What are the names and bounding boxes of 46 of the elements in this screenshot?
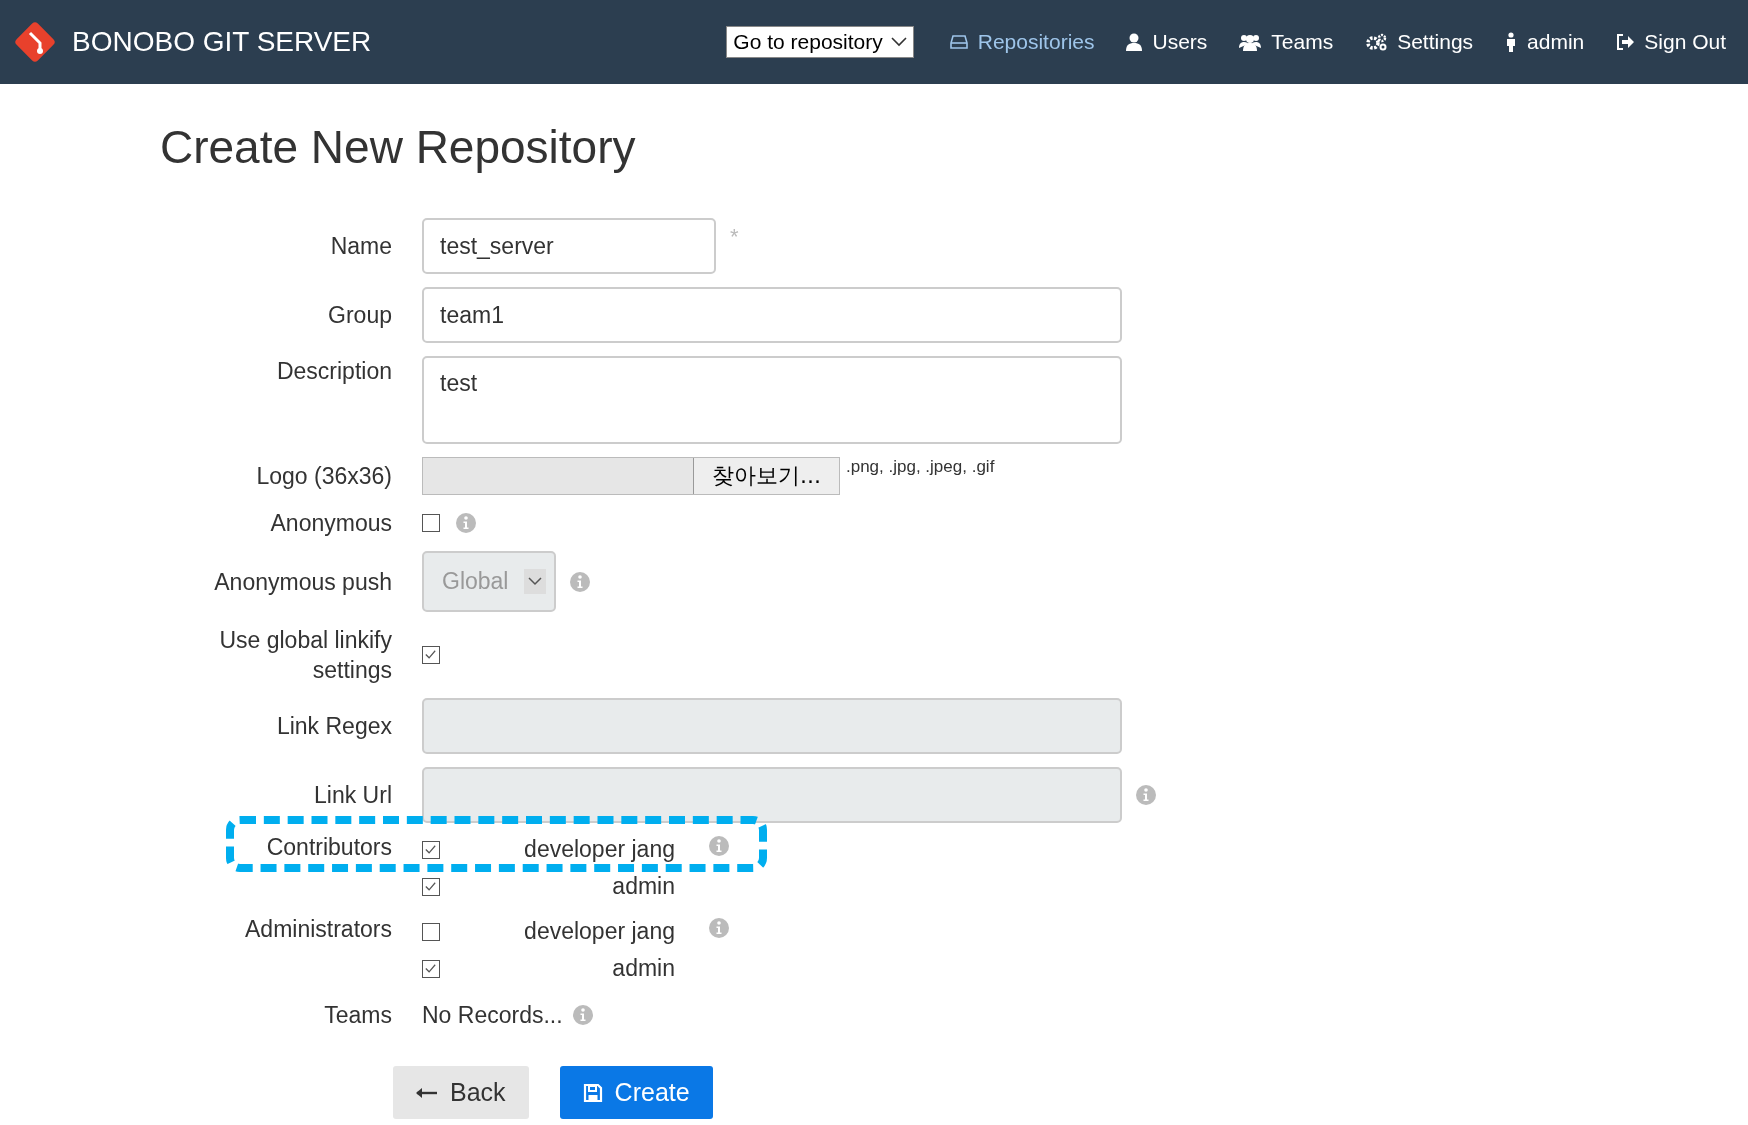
text-field[interactable]: test_server xyxy=(422,218,716,274)
field-label: Link Url xyxy=(314,781,392,810)
left-arrow-icon xyxy=(416,1086,438,1099)
checkbox[interactable] xyxy=(422,514,440,532)
user-name: admin xyxy=(611,955,675,982)
nav-link[interactable]: Users xyxy=(1126,30,1208,54)
checkbox[interactable] xyxy=(422,959,440,978)
checkbox[interactable] xyxy=(422,840,440,859)
text-field[interactable]: team1 xyxy=(422,287,1122,343)
empty-note: No Records... xyxy=(422,1001,563,1029)
field-label: Logo (36x36) xyxy=(256,462,392,491)
user-name: admin xyxy=(611,873,675,900)
file-field[interactable]: 찾아보기... xyxy=(422,457,840,495)
field-label: Group xyxy=(328,301,392,330)
nav-link[interactable]: Teams xyxy=(1239,30,1334,54)
info-icon[interactable] xyxy=(456,513,476,533)
create-button[interactable]: Create xyxy=(559,1066,713,1119)
back-button[interactable]: Back xyxy=(393,1066,529,1119)
user-name: developer jang xyxy=(523,918,675,945)
info-icon[interactable] xyxy=(572,1005,593,1025)
field-label: Anonymous xyxy=(270,509,392,538)
field-label: Administrators xyxy=(245,915,392,944)
nav-link[interactable]: Sign Out xyxy=(1616,30,1726,54)
checkbox[interactable] xyxy=(422,646,440,664)
user-name: developer jang xyxy=(523,836,675,863)
file-type-hint: .png, .jpg, .jpeg, .gif xyxy=(846,457,995,477)
checkbox[interactable] xyxy=(422,922,440,941)
field-label: Teams xyxy=(324,1001,392,1030)
page-title: Create New Repository xyxy=(160,120,637,174)
field-label: Anonymous push xyxy=(214,567,392,597)
browse-button[interactable]: 찾아보기... xyxy=(693,458,839,494)
field-label: Description xyxy=(276,357,392,386)
info-icon[interactable] xyxy=(709,918,729,938)
nav-link[interactable]: Repositories xyxy=(949,30,1095,54)
info-icon[interactable] xyxy=(709,836,729,856)
field-label: Link Regex xyxy=(276,712,392,741)
text-area[interactable]: test xyxy=(422,356,1122,444)
field-label: Use global linkify settings xyxy=(218,626,392,685)
required-mark: * xyxy=(730,224,739,250)
field-label: Name xyxy=(330,232,392,261)
chevron-icon xyxy=(528,577,542,586)
checkbox[interactable] xyxy=(422,877,440,896)
brand-name: BONOBO GIT SERVER xyxy=(72,26,372,58)
nav-link[interactable]: Settings xyxy=(1365,30,1474,54)
field-label: Contributors xyxy=(266,833,392,862)
nav-link[interactable]: admin xyxy=(1505,30,1585,54)
